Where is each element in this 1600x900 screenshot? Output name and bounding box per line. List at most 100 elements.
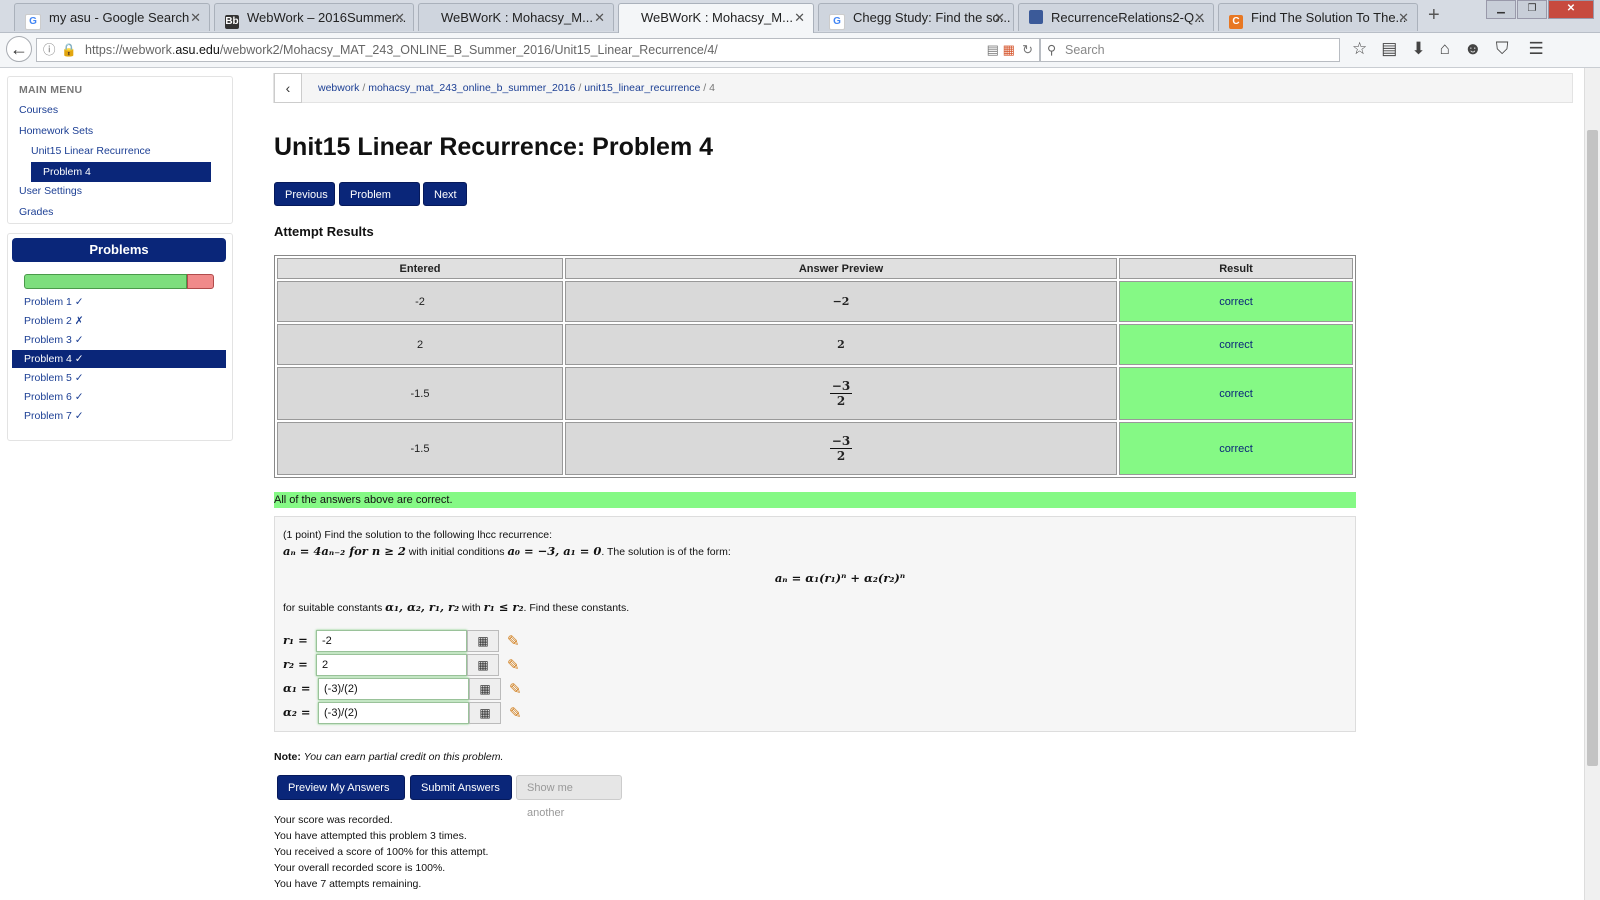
- equation-editor-icon[interactable]: ▦: [467, 630, 499, 652]
- table-row: -1.5 −3 2 correct: [277, 422, 1353, 475]
- show-me-another-button[interactable]: Show me another: [516, 775, 622, 819]
- breadcrumb-webwork[interactable]: webwork: [318, 82, 359, 94]
- score-message: You have attempted this problem 3 times.: [274, 830, 467, 842]
- tab-webwork-blackboard[interactable]: Bb WebWork – 2016Summer... ✕: [214, 3, 414, 31]
- preview-answers-button[interactable]: Preview My Answers: [277, 775, 405, 800]
- lock-icon: 🔒: [61, 43, 77, 57]
- header-answer-preview: Answer Preview: [565, 258, 1117, 279]
- answer-input-r1[interactable]: -2: [316, 630, 467, 652]
- score-message: You received a score of 100% for this at…: [274, 846, 489, 858]
- close-icon[interactable]: ✕: [1194, 4, 1205, 31]
- problem-link-6[interactable]: Problem 6 ✓: [12, 388, 226, 406]
- page-scrollbar[interactable]: [1584, 68, 1600, 900]
- pencil-icon[interactable]: ✎: [507, 656, 520, 674]
- problem-link-2[interactable]: Problem 2 ✗: [12, 312, 226, 330]
- progress-correct: [24, 274, 187, 289]
- entered-cell: -2: [277, 281, 563, 322]
- sidebar-link-courses[interactable]: Courses: [19, 104, 58, 116]
- problems-panel: Problems Problem 1 ✓ Problem 2 ✗ Problem…: [7, 233, 233, 441]
- reload-icon[interactable]: ↻: [1022, 42, 1033, 57]
- submit-answers-button[interactable]: Submit Answers: [410, 775, 512, 800]
- breadcrumb-set[interactable]: unit15_linear_recurrence: [584, 82, 700, 94]
- sidebar-link-homework-sets[interactable]: Homework Sets: [19, 125, 93, 137]
- pencil-icon[interactable]: ✎: [507, 632, 520, 650]
- tab-chegg-study[interactable]: G Chegg Study: Find the so... ✕: [818, 3, 1014, 31]
- preview-cell: 2: [565, 324, 1117, 365]
- chat-icon[interactable]: ☻: [1464, 39, 1482, 59]
- score-message: Your score was recorded.: [274, 814, 393, 826]
- menu-icon[interactable]: ☰: [1528, 39, 1543, 59]
- preview-cell: −2: [565, 281, 1117, 322]
- score-message: Your overall recorded score is 100%.: [274, 862, 446, 874]
- answer-input-alpha2[interactable]: (-3)/(2): [318, 702, 469, 724]
- restore-icon[interactable]: ❐: [1517, 0, 1547, 19]
- result-cell: correct: [1119, 281, 1353, 322]
- close-icon[interactable]: ✕: [594, 4, 605, 31]
- answer-label: r₂ =: [283, 657, 308, 671]
- problem-link-4[interactable]: Problem 4 ✓: [12, 350, 226, 368]
- preview-cell: −3 2: [565, 367, 1117, 420]
- problem-body: (1 point) Find the solution to the follo…: [274, 516, 1356, 732]
- sidebar-link-user-settings[interactable]: User Settings: [19, 185, 82, 197]
- minimize-icon[interactable]: ▁: [1486, 0, 1516, 19]
- initial-conditions: a₀ = −3, a₁ = 0: [507, 544, 602, 558]
- fraction: −3 2: [829, 434, 853, 463]
- back-arrow-icon[interactable]: ←: [6, 36, 32, 62]
- entered-cell: -1.5: [277, 367, 563, 420]
- preview-cell: −3 2: [565, 422, 1117, 475]
- equation-editor-icon[interactable]: ▦: [467, 654, 499, 676]
- close-icon[interactable]: ✕: [794, 4, 805, 31]
- home-icon[interactable]: ⌂: [1440, 39, 1450, 59]
- tab-recurrence-relations[interactable]: RecurrenceRelations2-Q... ✕: [1018, 3, 1214, 31]
- new-tab-icon[interactable]: +: [1428, 4, 1440, 27]
- search-input[interactable]: ⚲ Search: [1040, 38, 1340, 62]
- close-icon[interactable]: ✕: [190, 4, 201, 31]
- chevron-left-icon[interactable]: ‹: [274, 73, 302, 103]
- pencil-icon[interactable]: ✎: [509, 680, 522, 698]
- download-icon[interactable]: ⬇: [1411, 39, 1425, 59]
- pocket-icon[interactable]: ⛉: [1496, 39, 1509, 59]
- previous-button[interactable]: Previous: [274, 182, 335, 206]
- tab-find-solution[interactable]: C Find The Solution To The... ✕: [1218, 3, 1418, 31]
- result-cell: correct: [1119, 324, 1353, 365]
- extension-icon[interactable]: ▦: [1003, 42, 1015, 57]
- reader-view-icon[interactable]: ▤: [987, 42, 999, 57]
- answer-input-r2[interactable]: 2: [316, 654, 467, 676]
- score-message: You have 7 attempts remaining.: [274, 878, 422, 890]
- problems-title: Problems: [12, 238, 226, 262]
- tab-webwork-1[interactable]: WeBWorK : Mohacsy_M... ✕: [418, 3, 614, 31]
- problem-link-5[interactable]: Problem 5 ✓: [12, 369, 226, 387]
- recurrence-equation: aₙ = 4aₙ₋₂ for n ≥ 2: [283, 544, 406, 558]
- bookmark-star-icon[interactable]: ☆: [1352, 39, 1367, 59]
- doc-icon: [1029, 10, 1043, 24]
- pencil-icon[interactable]: ✎: [509, 704, 522, 722]
- solution-form: aₙ = α₁(r₁)ⁿ + α₂(r₂)ⁿ: [774, 571, 906, 585]
- scrollbar-thumb[interactable]: [1587, 130, 1598, 766]
- close-icon[interactable]: ✕: [1398, 4, 1409, 31]
- problem-link-1[interactable]: Problem 1 ✓: [12, 293, 226, 311]
- browser-tab-bar: Gmy asu - Google Search ✕ Bb WebWork – 201…: [0, 0, 1600, 33]
- equation-editor-icon[interactable]: ▦: [469, 702, 501, 724]
- reading-list-icon[interactable]: ▤: [1381, 39, 1397, 59]
- problem-link-7[interactable]: Problem 7 ✓: [12, 407, 226, 425]
- browser-nav-bar: ← ⓘ 🔒 https://webwork.asu.edu/webwork2/M…: [0, 33, 1600, 68]
- partial-credit-note: Note: You can earn partial credit on thi…: [274, 751, 504, 763]
- tab-google-search[interactable]: Gmy asu - Google Search ✕: [14, 3, 210, 31]
- window-close-icon[interactable]: ✕: [1548, 0, 1594, 19]
- answer-label: α₁ =: [283, 681, 311, 695]
- url-bar[interactable]: ⓘ 🔒 https://webwork.asu.edu/webwork2/Moh…: [36, 38, 1040, 62]
- answer-input-alpha1[interactable]: (-3)/(2): [318, 678, 469, 700]
- attempt-results-heading: Attempt Results: [274, 224, 374, 239]
- sidebar-link-problem-4[interactable]: Problem 4: [31, 162, 211, 182]
- problem-list-button[interactable]: Problem List: [339, 182, 420, 225]
- equation-editor-icon[interactable]: ▦: [469, 678, 501, 700]
- breadcrumb-course[interactable]: mohacsy_mat_243_online_b_summer_2016: [368, 82, 575, 94]
- next-button[interactable]: Next: [423, 182, 467, 206]
- sidebar-link-grades[interactable]: Grades: [19, 206, 53, 218]
- close-icon[interactable]: ✕: [994, 4, 1005, 31]
- problem-link-3[interactable]: Problem 3 ✓: [12, 331, 226, 349]
- tab-webwork-active[interactable]: WeBWorK : Mohacsy_M... ✕: [618, 3, 814, 33]
- close-icon[interactable]: ✕: [394, 4, 405, 31]
- main-menu: MAIN MENU Courses Homework Sets Unit15 L…: [7, 76, 233, 224]
- sidebar-link-unit15[interactable]: Unit15 Linear Recurrence: [31, 145, 151, 157]
